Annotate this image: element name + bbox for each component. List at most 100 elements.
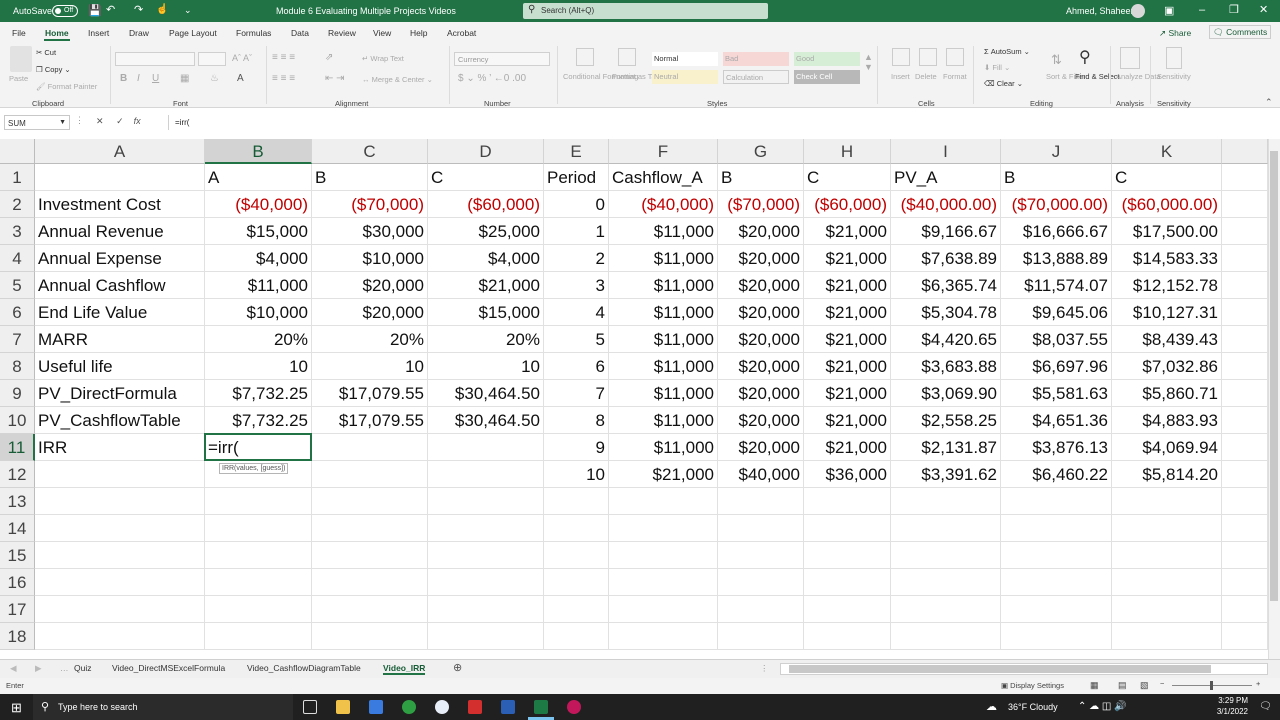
fill-color-icon[interactable]: ♨ [210,73,219,84]
cell[interactable]: $11,000 [609,407,718,434]
cell[interactable]: $20,000 [312,299,428,326]
autosave-toggle[interactable]: Off [52,5,78,17]
store-icon[interactable] [369,700,383,714]
cell[interactable] [1001,596,1112,623]
cell[interactable]: B [312,164,428,191]
cell[interactable] [35,164,205,191]
align-top-icon[interactable]: ≡ ≡ ≡ [272,52,295,63]
cell[interactable] [718,569,804,596]
font-color-icon[interactable]: A [237,73,244,84]
cell[interactable]: ($60,000) [428,191,544,218]
style-good[interactable]: Good [794,52,860,66]
cell[interactable]: Useful life [35,353,205,380]
cell[interactable] [312,434,428,461]
sheet-tab-direct-formula[interactable]: Video_DirectMSExcelFormula [112,663,225,673]
row-header[interactable]: 18 [0,623,35,650]
row-header[interactable]: 4 [0,245,35,272]
cell[interactable] [35,542,205,569]
avatar[interactable] [1131,4,1145,18]
scroll-left-icon[interactable]: ◀ [10,663,17,674]
cell[interactable]: $20,000 [718,353,804,380]
cell[interactable]: $11,000 [205,272,312,299]
row-header[interactable]: 6 [0,299,35,326]
cell[interactable] [544,515,609,542]
cell[interactable]: 0 [544,191,609,218]
cell[interactable]: Annual Expense [35,245,205,272]
cell[interactable] [1112,515,1222,542]
row-header[interactable]: 13 [0,488,35,515]
cell[interactable]: $16,666.67 [1001,218,1112,245]
tab-review[interactable]: Review [328,28,356,38]
row-header[interactable]: 16 [0,569,35,596]
cell[interactable]: $21,000 [804,380,891,407]
cell[interactable] [428,488,544,515]
cell[interactable] [35,569,205,596]
sheet-tab-video-irr[interactable]: Video_IRR [383,663,426,675]
cell[interactable]: $12,152.78 [1112,272,1222,299]
sensitivity-button[interactable]: Sensitivity [1157,72,1191,81]
cell[interactable] [35,596,205,623]
cell[interactable]: Cashflow_A [609,164,718,191]
column-header[interactable]: I [891,139,1001,164]
delete-button[interactable]: Delete [915,72,937,81]
cell[interactable]: B [1001,164,1112,191]
chrome-icon[interactable] [402,700,416,714]
row-header[interactable]: 1 [0,164,35,191]
cell[interactable]: C [428,164,544,191]
font-grow-icon[interactable]: Aˆ Aˇ [232,53,252,63]
cell[interactable] [718,488,804,515]
number-format-dropdown[interactable]: Currency [454,52,550,66]
column-header[interactable]: B [205,139,312,164]
cell[interactable]: ($70,000.00) [1001,191,1112,218]
taskbar-search[interactable]: ⚲ Type here to search [33,694,293,720]
row-header[interactable]: 9 [0,380,35,407]
cell[interactable]: $15,000 [428,299,544,326]
cell[interactable]: 8 [544,407,609,434]
cell[interactable]: 10 [205,353,312,380]
cell[interactable]: 7 [544,380,609,407]
notifications-icon[interactable]: 🗨 [1259,701,1272,712]
minimize-icon[interactable]: – [1199,4,1205,16]
zoom-in-icon[interactable]: + [1256,679,1260,688]
cell[interactable]: ($40,000.00) [891,191,1001,218]
cell[interactable]: $11,000 [609,245,718,272]
cell[interactable] [1222,596,1268,623]
cell[interactable]: 20% [428,326,544,353]
cell[interactable]: $8,439.43 [1112,326,1222,353]
customize-toolbar-icon[interactable]: ⌄ [184,5,192,16]
cell[interactable]: ($60,000.00) [1112,191,1222,218]
cell[interactable] [1222,353,1268,380]
cell[interactable] [609,569,718,596]
cell[interactable] [891,623,1001,650]
cell[interactable]: $36,000 [804,461,891,488]
cell[interactable]: $17,079.55 [312,407,428,434]
borders-icon[interactable]: ▦ [180,73,189,84]
cell[interactable]: $21,000 [804,299,891,326]
cell[interactable] [609,596,718,623]
enter-icon[interactable]: ✓ [116,116,124,126]
cell[interactable]: $14,583.33 [1112,245,1222,272]
column-header[interactable]: J [1001,139,1112,164]
select-all-corner[interactable] [0,139,35,164]
style-bad[interactable]: Bad [723,52,789,66]
cell[interactable]: $9,645.06 [1001,299,1112,326]
cell[interactable]: Period [544,164,609,191]
ribbon-display-icon[interactable]: ▣ [1164,4,1174,17]
weather-text[interactable]: 36°F Cloudy [1008,702,1058,712]
cell[interactable]: 2 [544,245,609,272]
scrollbar-thumb[interactable] [789,665,1211,673]
cell[interactable]: ($40,000) [205,191,312,218]
copy-button[interactable]: ❐ Copy ⌄ [36,65,71,74]
cell[interactable]: C [1112,164,1222,191]
task-view-icon[interactable] [303,700,317,714]
cell[interactable]: $20,000 [718,272,804,299]
cell[interactable]: $30,464.50 [428,407,544,434]
cell[interactable] [804,569,891,596]
cell[interactable]: $3,069.90 [891,380,1001,407]
cell[interactable]: $11,000 [609,380,718,407]
tab-insert[interactable]: Insert [88,28,109,38]
cell[interactable]: Annual Cashflow [35,272,205,299]
horizontal-scrollbar[interactable] [780,663,1268,675]
cell[interactable]: $7,732.25 [205,407,312,434]
cell[interactable]: $7,032.86 [1112,353,1222,380]
